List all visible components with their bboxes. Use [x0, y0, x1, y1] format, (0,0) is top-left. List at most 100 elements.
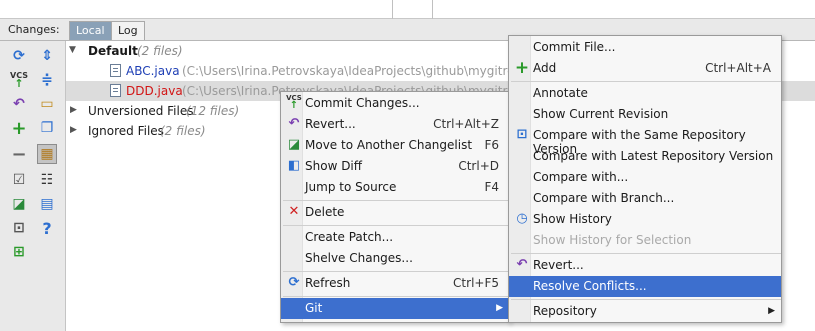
expand-all-icon[interactable]: ⇕ [37, 46, 57, 66]
tab-log[interactable]: Log [111, 21, 145, 40]
delete-icon: ✕ [288, 204, 300, 219]
menu-item-create-patch[interactable]: Create Patch... [281, 227, 509, 248]
menu-shortcut: Ctrl+Alt+A [705, 61, 771, 75]
move-icon[interactable]: ◪ [9, 194, 29, 214]
refresh-icon[interactable]: ⟳ [9, 46, 29, 66]
remove-icon[interactable]: − [9, 144, 29, 165]
shelf-icon[interactable]: ⊞ [9, 242, 29, 262]
git-submenu: Commit File... + Add Ctrl+Alt+A Annotate… [508, 35, 782, 323]
copy-icon[interactable]: ❐ [37, 118, 57, 138]
menu-item-revert[interactable]: ↶ Revert... Ctrl+Alt+Z [281, 114, 509, 135]
revert-icon[interactable]: ↶ [9, 94, 29, 114]
menu-shortcut: Ctrl+Alt+Z [433, 117, 499, 131]
menu-item-show-history-selection[interactable]: Show History for Selection [509, 230, 781, 251]
menu-shortcut: F6 [484, 138, 499, 152]
menu-separator [283, 200, 509, 201]
menu-label: Git [305, 301, 323, 315]
menu-item-git[interactable]: Git ▶ [281, 298, 509, 319]
panel-title: Changes: [8, 23, 60, 36]
submenu-arrow-icon: ▶ [496, 303, 503, 313]
revert-icon: ↶ [288, 116, 300, 131]
context-menu: VCS ↑ Commit Changes... ↶ Revert... Ctrl+… [280, 91, 510, 323]
menu-item-repository[interactable]: Repository ▶ [509, 301, 781, 322]
add-icon[interactable]: + [9, 118, 29, 139]
group-icon[interactable]: ☷ [37, 170, 57, 190]
menu-label: Compare with Branch... [533, 191, 675, 205]
menu-separator [283, 225, 509, 226]
file-name: DDD.java [126, 84, 183, 98]
move-icon: ◪ [287, 137, 301, 152]
menu-item-move-changelist[interactable]: ◪ Move to Another Changelist F6 [281, 135, 509, 156]
menu-separator [283, 271, 509, 272]
menu-label: Revert... [533, 258, 584, 272]
preview-icon[interactable]: ▤ [37, 194, 57, 214]
menu-item-show-diff[interactable]: ◧ Show Diff Ctrl+D [281, 156, 509, 177]
expand-arrow-icon[interactable]: ▼ [69, 45, 76, 55]
menu-label: Show History for Selection [533, 233, 692, 247]
revert-icon: ↶ [516, 257, 528, 272]
menu-label: Jump to Source [305, 180, 397, 194]
divider [392, 0, 393, 19]
changelist-icon[interactable]: ▭ [37, 94, 57, 114]
menu-label: Commit File... [533, 40, 616, 54]
collapsed-arrow-icon[interactable]: ▶ [70, 125, 77, 135]
group-name: Unversioned Files [88, 104, 194, 118]
menu-label: Show Current Revision [533, 107, 669, 121]
diff-icon[interactable]: ▦ [37, 144, 57, 164]
menu-label: Repository [533, 304, 597, 318]
collapse-all-icon[interactable]: ≑ [37, 70, 57, 90]
lock-icon[interactable]: ⊡ [9, 218, 29, 238]
menu-shortcut: Ctrl+F5 [453, 276, 499, 290]
top-strip [0, 0, 815, 19]
menu-item-show-current-revision[interactable]: Show Current Revision [509, 104, 781, 125]
menu-label: Commit Changes... [305, 96, 420, 110]
file-count: (2 files) [137, 44, 183, 58]
menu-item-commit-changes[interactable]: VCS ↑ Commit Changes... [281, 93, 509, 114]
menu-item-delete[interactable]: ✕ Delete [281, 202, 509, 223]
menu-item-annotate[interactable]: Annotate [509, 83, 781, 104]
menu-label: Compare with... [533, 170, 629, 184]
java-file-icon [110, 64, 121, 77]
menu-item-compare-latest-version[interactable]: Compare with Latest Repository Version [509, 146, 781, 167]
file-count: (2 files) [160, 124, 206, 138]
file-count: (12 files) [186, 104, 240, 118]
help-icon[interactable]: ? [37, 218, 57, 238]
menu-label: Show Diff [305, 159, 363, 173]
menu-label: Refresh [305, 276, 351, 290]
menu-item-jump-to-source[interactable]: Jump to Source F4 [281, 177, 509, 198]
menu-label: Annotate [533, 86, 588, 100]
menu-separator [511, 81, 781, 82]
file-name: ABC.java [126, 64, 180, 78]
vcs-commit-icon[interactable]: VCS ↑ [9, 70, 29, 90]
menu-label: Compare with Latest Repository Version [533, 149, 774, 163]
menu-item-shelve-changes[interactable]: Shelve Changes... [281, 248, 509, 269]
add-icon: + [514, 58, 530, 78]
java-file-icon [110, 84, 121, 97]
divider [432, 0, 433, 19]
changes-toolbar: ⟳ ⇕ VCS ↑ ≑ ↶ ▭ + ❐ − ▦ ☑ ☷ ◪ ▤ ⊡ ? ⊞ [0, 41, 66, 331]
menu-label: Resolve Conflicts... [533, 279, 647, 293]
menu-item-compare-with-branch[interactable]: Compare with Branch... [509, 188, 781, 209]
diff-icon: ◧ [287, 158, 301, 173]
menu-item-show-history[interactable]: ◷ Show History [509, 209, 781, 230]
menu-item-compare-with[interactable]: Compare with... [509, 167, 781, 188]
menu-label: Revert... [305, 117, 356, 131]
menu-item-revert[interactable]: ↶ Revert... [509, 255, 781, 276]
checkbox-icon[interactable]: ☑ [9, 170, 29, 190]
menu-item-refresh[interactable]: ⟳ Refresh Ctrl+F5 [281, 273, 509, 294]
collapsed-arrow-icon[interactable]: ▶ [70, 105, 77, 115]
menu-label: Move to Another Changelist [305, 138, 473, 152]
changelist-name: Default [88, 44, 138, 58]
menu-label: Add [533, 61, 557, 75]
menu-label: Create Patch... [305, 230, 394, 244]
menu-item-add[interactable]: + Add Ctrl+Alt+A [509, 58, 781, 79]
menu-item-commit-file[interactable]: Commit File... [509, 37, 781, 58]
menu-item-resolve-conflicts[interactable]: Resolve Conflicts... [509, 276, 781, 297]
menu-separator [511, 253, 781, 254]
menu-label: Shelve Changes... [305, 251, 413, 265]
menu-item-compare-same-version[interactable]: ⊡ Compare with the Same Repository Versi… [509, 125, 781, 156]
refresh-icon: ⟳ [288, 275, 300, 290]
vcs-commit-icon: VCS ↑ [286, 94, 302, 111]
menu-label: Show History [533, 212, 612, 226]
tab-local[interactable]: Local [69, 21, 112, 40]
